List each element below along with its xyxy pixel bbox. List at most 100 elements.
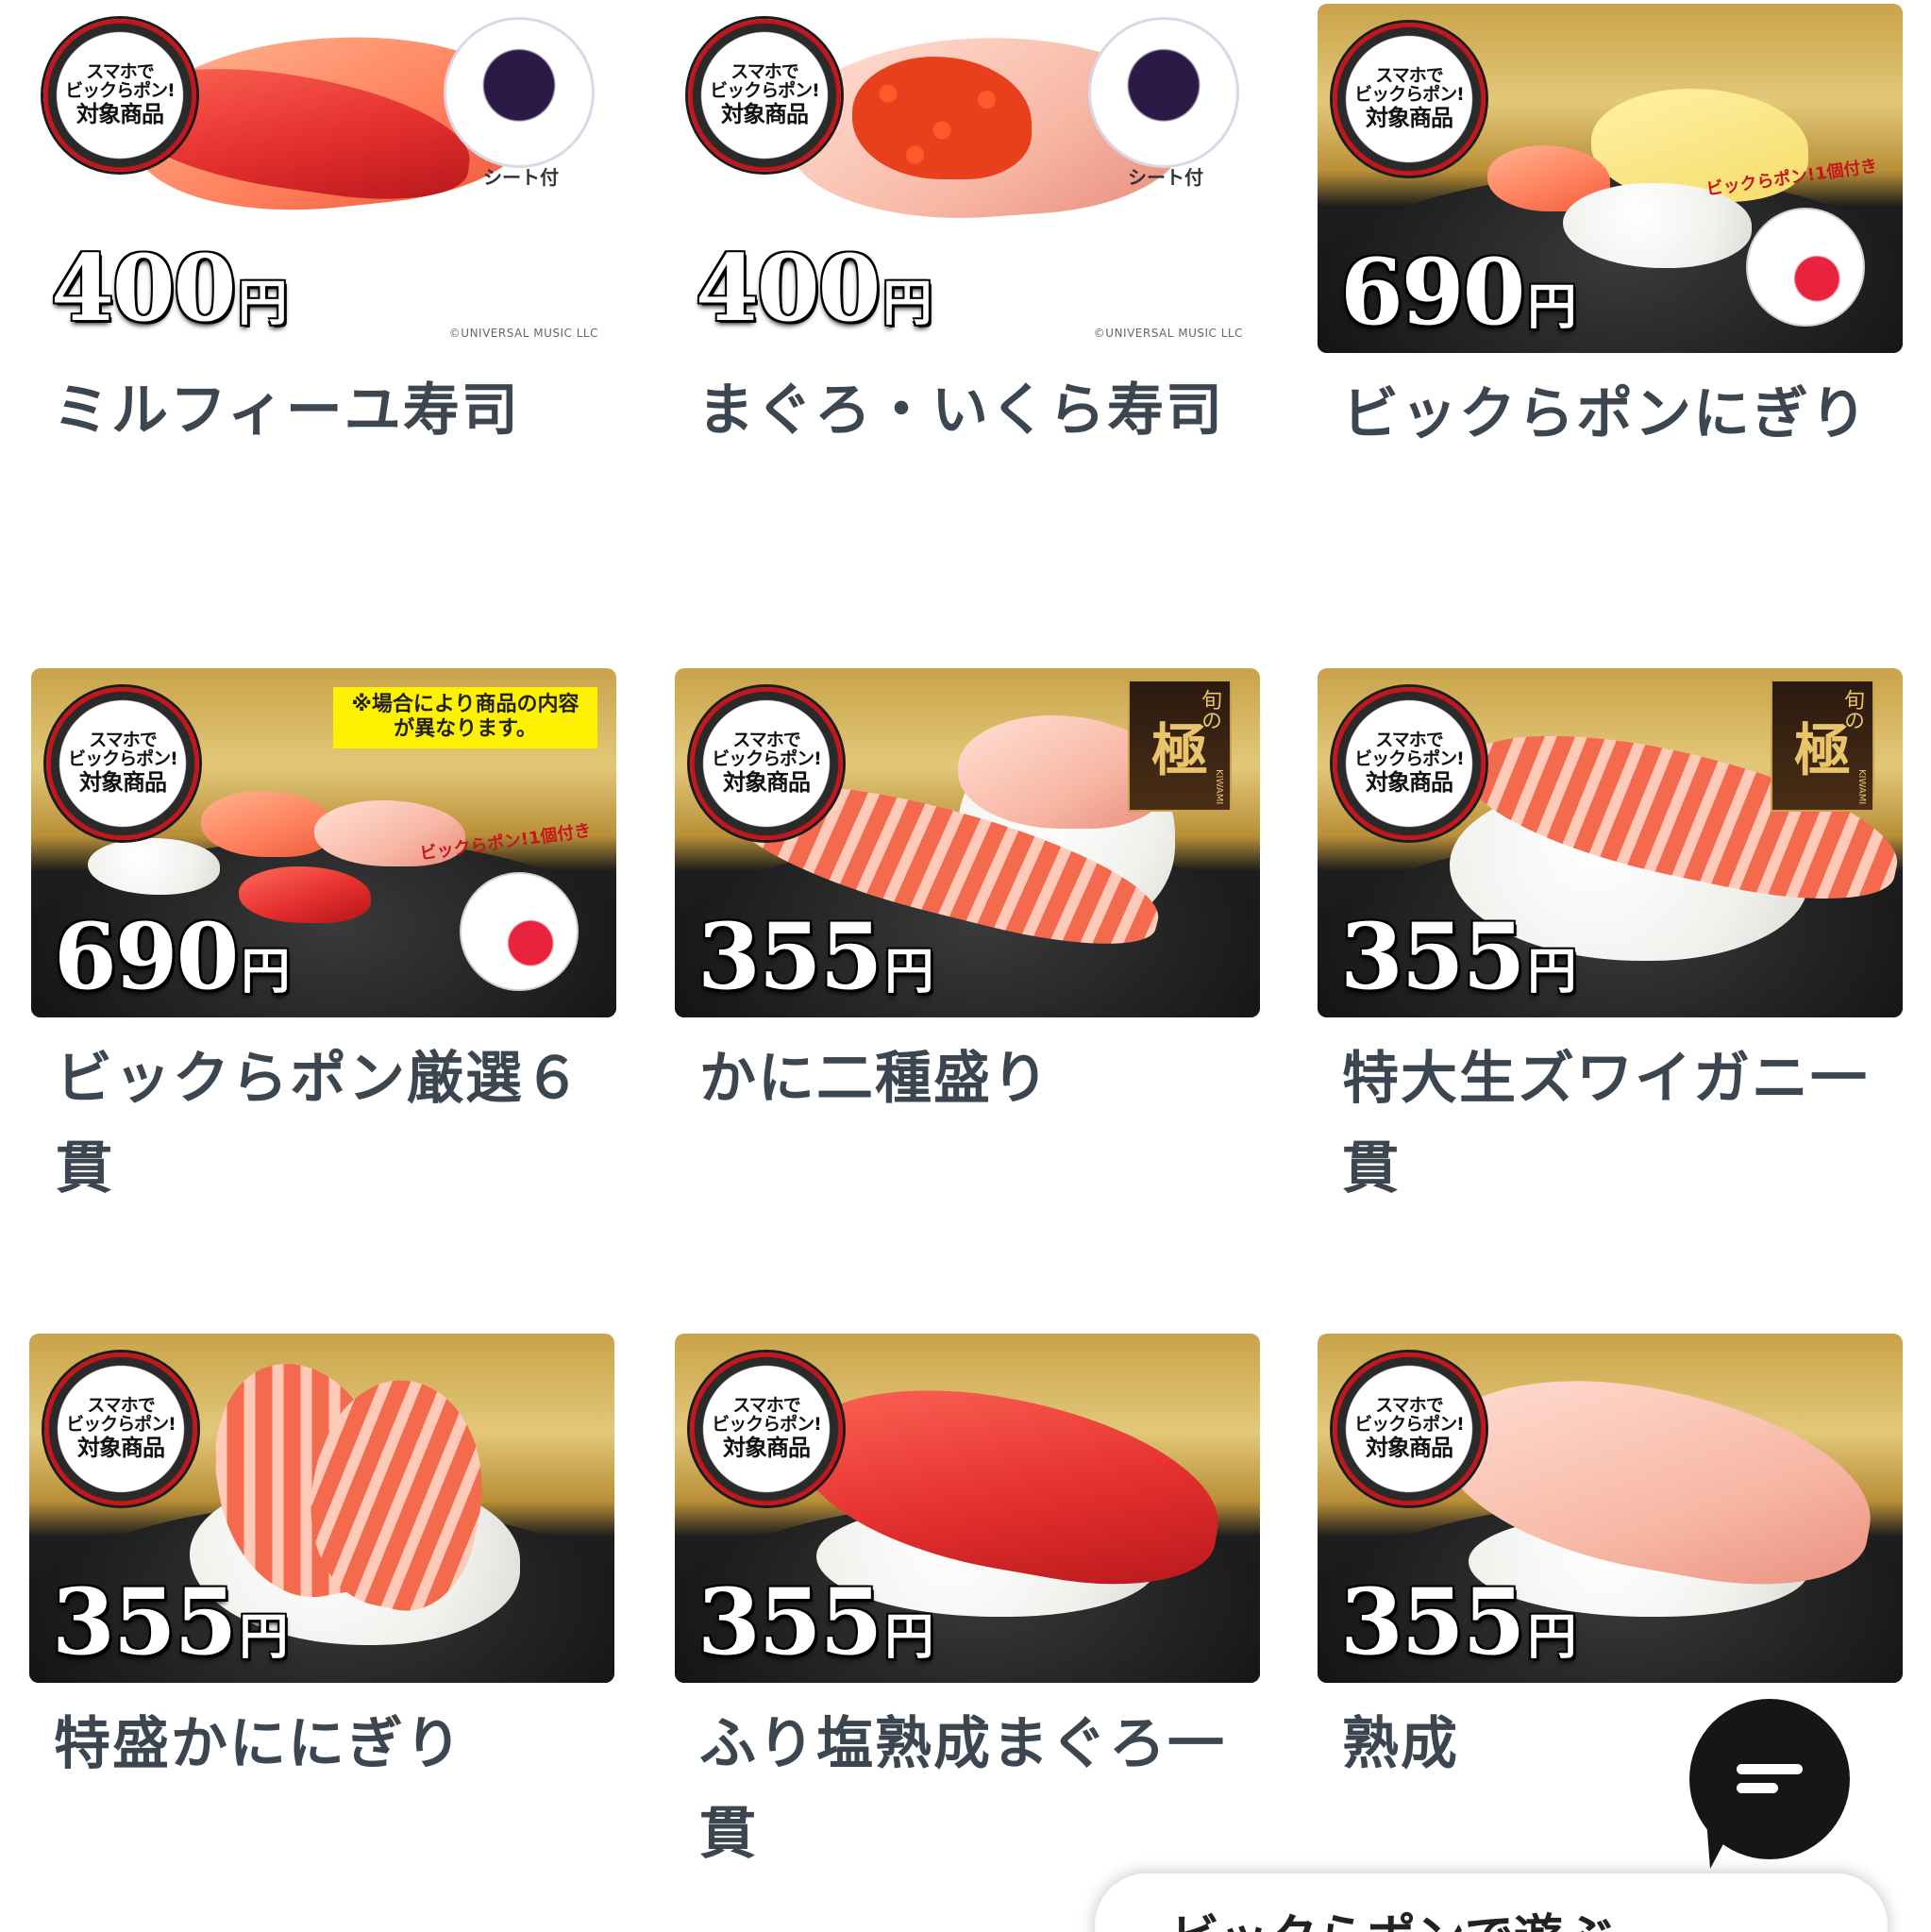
sheet-label: シート付 [1128,166,1203,189]
yen-unit: 円 [239,1608,289,1666]
badge-line3: 対象商品 [723,1435,811,1462]
yen-unit: 円 [882,275,932,332]
item-photo: スマホで ビックらポン! 対象商品 シート付 400 円 ©UNIVERSAL M… [28,0,613,349]
kiwami-en: KIWAMI [1856,768,1867,804]
item-photo: スマホで ビックらポン! 対象商品 ※場合により商品の内容が異なります。 ビック… [31,668,616,1017]
badge-line2: ビックらポン! [712,748,822,770]
price: 690 円 [1340,239,1576,345]
yen-unit: 円 [238,275,288,332]
bikkura-pon-badge: スマホで ビックらポン! 対象商品 [688,19,841,172]
item-photo: スマホで ビックらポン! 対象商品 ビックらポン!1個付き 690 円 [1318,4,1903,353]
badge-line2: ビックらポン! [65,80,176,102]
kiwami-en: KIWAMI [1214,768,1224,804]
price: 690 円 [54,903,290,1010]
menu-card[interactable]: スマホで ビックらポン! 対象商品 ※場合により商品の内容が異なります。 ビック… [31,668,616,1214]
item-name: ビックらポンにぎり [1342,381,1869,447]
yen-unit: 円 [1527,943,1577,1000]
badge-line3: 対象商品 [77,1435,165,1462]
price-value: 355 [52,1569,237,1675]
kiwami-side: 旬の [1840,689,1864,731]
yen-unit: 円 [241,943,291,1000]
bikkura-pon-badge: スマホで ビックらポン! 対象商品 [1333,23,1486,176]
badge-line2: ビックらポン! [1354,1414,1465,1436]
badge-line3: 対象商品 [721,101,809,128]
price-value: 355 [1340,1569,1525,1675]
item-photo: スマホで ビックらポン! 対象商品 極 旬の KIWAMI 355 円 [675,668,1260,1017]
menu-card[interactable]: スマホで ビックらポン! 対象商品 シート付 400 円 ©UNIVERSAL M… [673,0,1258,456]
price-value: 355 [697,903,882,1010]
chat-button[interactable] [1689,1699,1850,1859]
badge-line3: 対象商品 [1366,105,1453,132]
bikkura-pon-badge: スマホで ビックらポン! 対象商品 [1333,1352,1486,1505]
badge-line2: ビックらポン! [712,1414,822,1436]
price-value: 400 [696,235,881,342]
badge-line3: 対象商品 [723,769,811,797]
menu-card[interactable]: スマホで ビックらポン! 対象商品 355 円 ふり塩熟成まぐろ一貫 [675,1334,1260,1879]
copyright-note: ©UNIVERSAL MUSIC LLC [1093,327,1243,340]
yen-unit: 円 [1527,278,1577,336]
item-name: ふり塩熟成まぐろ一貫 [699,1711,1226,1867]
price: 355 円 [1340,903,1576,1010]
badge-line2: ビックらポン! [710,80,820,102]
sushi-topping [201,791,333,857]
copyright-note: ©UNIVERSAL MUSIC LLC [448,327,598,340]
item-name: 特大生ズワイガニ一貫 [1342,1046,1869,1201]
yen-unit: 円 [884,943,934,1000]
badge-line2: ビックらポン! [1354,84,1465,106]
item-name: 特盛かににぎり [54,1711,463,1777]
item-name: かに二種盛り [699,1046,1050,1112]
price: 400 円 [51,235,287,342]
price-value: 355 [1340,903,1525,1010]
price-value: 690 [1340,239,1525,345]
price-value: 355 [697,1569,882,1675]
badge-line2: ビックらポン! [68,748,178,770]
play-bikkura-pon-button[interactable]: ビックらポンで遊ぶ [1095,1873,1888,1932]
item-photo: スマホで ビックらポン! 対象商品 355 円 [675,1334,1260,1683]
menu-card[interactable]: スマホで ビックらポン! 対象商品 355 円 特盛かににぎり [29,1334,614,1789]
kiwami-label: 極 旬の KIWAMI [1771,680,1874,812]
bikkura-pon-badge: スマホで ビックらポン! 対象商品 [44,1352,197,1505]
kiwami-label: 極 旬の KIWAMI [1128,680,1232,812]
badge-line3: 対象商品 [1366,1435,1453,1462]
item-photo: スマホで ビックらポン! 対象商品 355 円 [1318,1334,1903,1683]
yen-unit: 円 [884,1608,934,1666]
bikkura-pon-badge: スマホで ビックらポン! 対象商品 [690,687,843,840]
item-photo: スマホで ビックらポン! 対象商品 シート付 400 円 ©UNIVERSAL M… [673,0,1258,349]
badge-line3: 対象商品 [76,101,164,128]
menu-grid: スマホで ビックらポン! 対象商品 シート付 400 円 ©UNIVERSAL M… [0,0,1931,1932]
menu-card[interactable]: スマホで ビックらポン! 対象商品 ビックらポン!1個付き 690 円 ビックらポ… [1318,4,1903,460]
badge-line3: 対象商品 [1366,769,1453,797]
menu-card[interactable]: スマホで ビックらポン! 対象商品 シート付 400 円 ©UNIVERSAL M… [28,0,613,456]
badge-line2: ビックらポン! [1354,748,1465,770]
kiwami-side: 旬の [1198,689,1221,731]
sheet-bonus-icon [444,17,595,168]
item-photo: スマホで ビックらポン! 対象商品 極 旬の KIWAMI 355 円 [1318,668,1903,1017]
item-name: ビックらポン厳選６貫 [56,1046,582,1201]
yen-unit: 円 [1527,1608,1577,1666]
menu-card[interactable]: スマホで ビックらポン! 対象商品 極 旬の KIWAMI 355 円 かに二種盛… [675,668,1260,1124]
capsule-toy-icon [1746,208,1865,327]
bikkura-pon-badge: スマホで ビックらポン! 対象商品 [690,1352,843,1505]
badge-line3: 対象商品 [79,769,167,797]
price: 355 円 [697,1569,933,1675]
chat-icon [1737,1760,1803,1798]
price-value: 400 [51,235,236,342]
sheet-label: シート付 [483,166,559,189]
capsule-toy-icon [460,872,579,991]
item-photo: スマホで ビックらポン! 対象商品 355 円 [29,1334,614,1683]
price: 355 円 [697,903,933,1010]
bikkura-pon-badge: スマホで ビックらポン! 対象商品 [43,19,196,172]
bikkura-pon-badge: スマホで ビックらポン! 対象商品 [1333,687,1486,840]
menu-card[interactable]: スマホで ビックらポン! 対象商品 極 旬の KIWAMI 355 円 特大生ズワ… [1318,668,1903,1214]
notice-label: ※場合により商品の内容が異なります。 [333,687,597,748]
price: 355 円 [52,1569,288,1675]
price: 355 円 [1340,1569,1576,1675]
bikkura-pon-badge: スマホで ビックらポン! 対象商品 [46,687,199,840]
badge-line2: ビックらポン! [66,1414,176,1436]
price-value: 690 [54,903,239,1010]
sheet-bonus-icon [1088,17,1239,168]
play-button-label: ビックらポンで遊ぶ [1170,1898,1612,1932]
item-name: まぐろ・いくら寿司 [697,378,1224,444]
price: 400 円 [696,235,932,342]
item-name: ミルフィーユ寿司 [53,378,520,444]
